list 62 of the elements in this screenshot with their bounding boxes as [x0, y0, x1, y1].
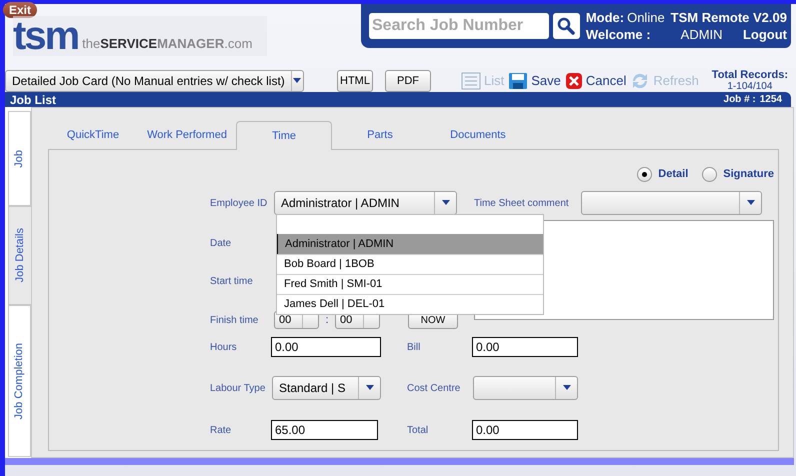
exit-button[interactable]: Exit — [3, 2, 38, 18]
list-icon — [461, 72, 481, 90]
radio-option[interactable]: Detail — [637, 159, 688, 190]
field-label: Hours — [210, 340, 238, 354]
field-label: Employee ID — [210, 196, 268, 210]
logout-link[interactable]: Logout — [736, 26, 787, 43]
side-tab[interactable]: Job Completion — [8, 305, 31, 457]
search-icon — [557, 17, 576, 35]
cost-centre-select[interactable] — [473, 376, 578, 400]
tab[interactable]: Documents — [428, 121, 528, 149]
search-field[interactable]: Search Job Number — [369, 13, 549, 39]
job-number-label: Job # : — [724, 93, 756, 107]
mode-value: Online — [627, 9, 665, 26]
labour-type-select[interactable]: Standard | S — [272, 376, 381, 400]
radio-button[interactable] — [637, 167, 652, 182]
close-icon — [564, 72, 583, 90]
caret-icon — [364, 385, 374, 391]
field-label: Labour Type — [210, 382, 266, 396]
logo-text: theSERVICEMANAGER.com — [82, 35, 252, 53]
time-separator: : — [324, 312, 330, 328]
field-label: Time Sheet comment — [474, 196, 570, 210]
side-tab[interactable]: Job Details — [8, 206, 31, 305]
toolbar-button[interactable]: PDF — [385, 70, 431, 92]
text-field[interactable]: 0.00 — [472, 337, 578, 357]
employee-select[interactable]: Administrator | ADMIN — [274, 191, 457, 215]
toolbar-action[interactable]: Cancel — [564, 71, 626, 91]
report-select[interactable]: Detailed Job Card (No Manual entries w/ check list) — [5, 70, 304, 92]
tab[interactable]: Time — [236, 121, 332, 150]
field-label: Start time — [210, 274, 254, 288]
toolbar-button[interactable]: HTML — [337, 70, 373, 92]
field-label: Date — [210, 236, 232, 250]
user-name: ADMIN — [680, 26, 724, 43]
search-button[interactable] — [553, 13, 580, 39]
field-label: Rate — [210, 424, 232, 438]
logo-mark: tsm — [13, 16, 78, 56]
panel-title: Job List — [10, 92, 56, 108]
caret-icon — [440, 200, 450, 206]
mode-label: Mode: — [586, 9, 624, 26]
tab[interactable]: QuickTime — [48, 121, 138, 149]
field-label: Total — [407, 424, 430, 438]
welcome-label: Welcome : — [586, 26, 652, 43]
comment-select[interactable] — [581, 191, 762, 215]
dropdown-option[interactable]: Administrator | ADMIN — [277, 234, 543, 254]
tab[interactable]: Parts — [332, 121, 428, 149]
text-field[interactable]: 65.00 — [271, 420, 378, 440]
tab[interactable]: Work Performed — [138, 121, 236, 149]
job-number: 1254 — [760, 93, 782, 107]
caret-icon — [562, 385, 572, 391]
field-label: Finish time — [210, 314, 260, 328]
text-field[interactable]: 0.00 — [472, 420, 578, 440]
caret-icon — [292, 78, 302, 84]
total-records-label: Total Records: — [712, 69, 788, 81]
field-label: Cost Centre — [407, 382, 462, 396]
caret-icon — [746, 200, 756, 206]
version-text: TSM Remote V2.09 — [670, 9, 787, 26]
toolbar-action[interactable]: Save — [508, 71, 561, 91]
total-records-value: 1-104/104 — [727, 81, 772, 93]
text-field[interactable]: 0.00 — [271, 337, 381, 357]
radio-button[interactable] — [702, 167, 718, 182]
field-label: Bill — [407, 340, 422, 354]
side-tab[interactable]: Job — [8, 111, 31, 206]
radio-option[interactable]: Signature — [702, 159, 774, 190]
